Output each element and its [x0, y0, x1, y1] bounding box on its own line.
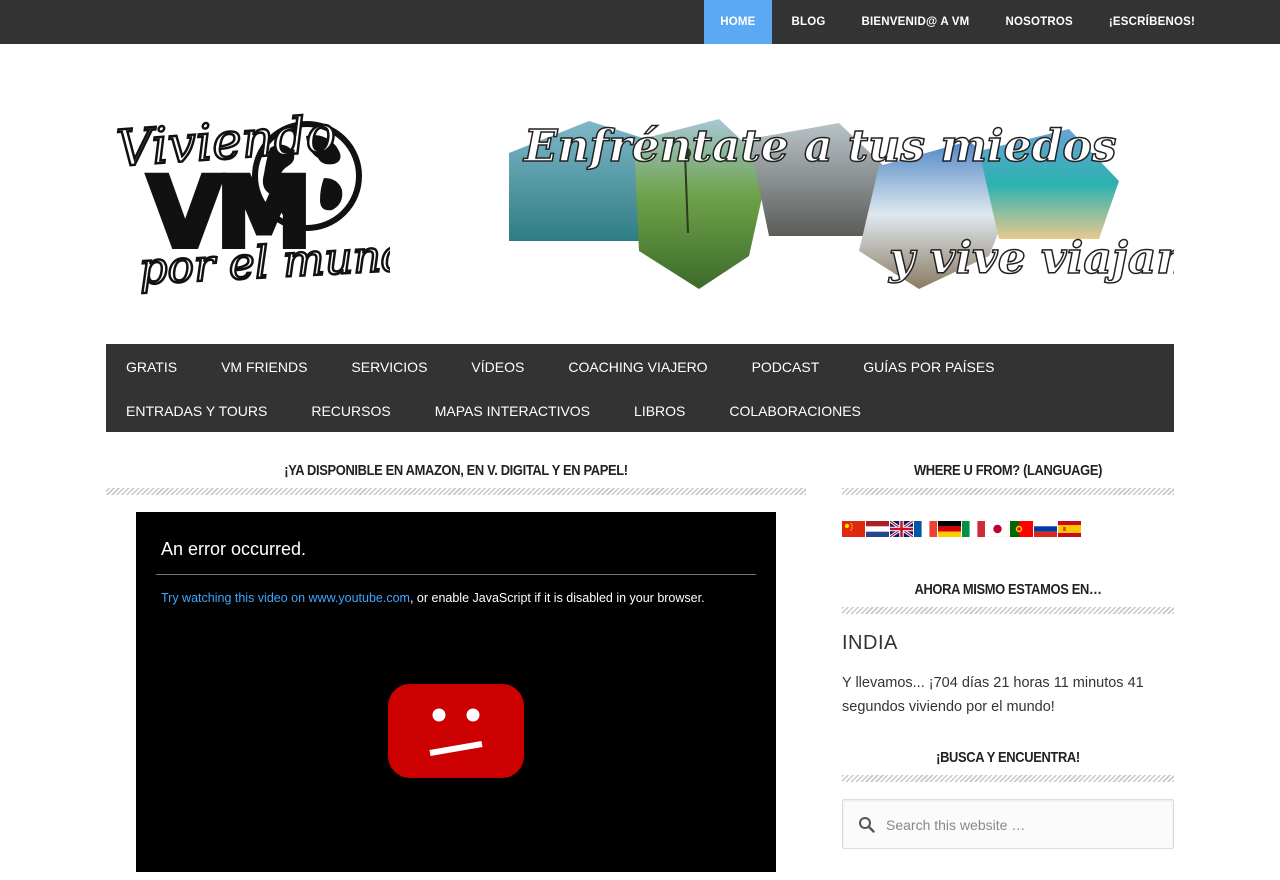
- current-location: INDIA: [842, 632, 898, 654]
- chinese-flag-icon[interactable]: [842, 521, 865, 537]
- nav-videos[interactable]: VÍDEOS: [451, 344, 544, 388]
- top-nav-home[interactable]: HOME: [704, 0, 772, 44]
- nav-mapas-interactivos[interactable]: MAPAS INTERACTIVOS: [415, 388, 610, 432]
- nav-coaching-viajero[interactable]: COACHING VIAJERO: [548, 344, 727, 388]
- main-nav-row: GRATIS VM FRIENDS SERVICIOS VÍDEOS COACH…: [106, 344, 1019, 388]
- title-divider: [842, 488, 1174, 495]
- nav-entradas-y-tours[interactable]: ENTRADAS Y TOURS: [106, 388, 287, 432]
- japanese-flag-icon[interactable]: [986, 521, 1009, 537]
- nav-recursos[interactable]: RECURSOS: [291, 388, 410, 432]
- nav-guias-por-paises[interactable]: GUÍAS POR PAÍSES: [843, 344, 1014, 388]
- location-title: AHORA MISMO ESTAMOS EN…: [914, 581, 1102, 598]
- video-player[interactable]: An error occurred. Try watching this vid…: [136, 512, 776, 872]
- language-title: WHERE U FROM? (LANGUAGE): [913, 462, 1103, 479]
- nav-vm-friends[interactable]: VM FRIENDS: [201, 344, 327, 388]
- site-logo[interactable]: VM VM Viviendo por el mundo: [110, 104, 439, 298]
- title-divider: [842, 775, 1174, 782]
- content-title: ¡YA DISPONIBLE EN AMAZON, EN V. DIGITAL …: [284, 462, 628, 479]
- italian-flag-icon[interactable]: [962, 521, 985, 537]
- english-flag-icon[interactable]: [890, 521, 913, 537]
- dutch-flag-icon[interactable]: [866, 521, 889, 537]
- german-flag-icon[interactable]: [938, 521, 961, 537]
- nav-podcast[interactable]: PODCAST: [732, 344, 840, 388]
- french-flag-icon[interactable]: [914, 521, 937, 537]
- top-bar: HOME BLOG BIENVENID@ A VM NOSOTROS ¡ESCR…: [0, 0, 1280, 44]
- search-box: [842, 799, 1174, 849]
- search-icon[interactable]: [858, 816, 876, 834]
- main-nav-row: ENTRADAS Y TOURS RECURSOS MAPAS INTERACT…: [106, 388, 885, 432]
- nav-colaboraciones[interactable]: COLABORACIONES: [709, 388, 880, 432]
- top-nav-escribenos[interactable]: ¡ESCRÍBENOS!: [1093, 0, 1211, 44]
- nav-libros[interactable]: LIBROS: [614, 388, 705, 432]
- top-nav-bienvenida[interactable]: BIENVENID@ A VM: [846, 0, 986, 44]
- nav-servicios[interactable]: SERVICIOS: [331, 344, 447, 388]
- search-input[interactable]: [886, 810, 1166, 840]
- title-divider: [106, 488, 806, 495]
- header-banner[interactable]: Enfréntate a tus miedos y vive viajando: [509, 111, 1174, 292]
- svg-text:y vive viajando: y vive viajando: [888, 233, 1174, 284]
- spanish-flag-icon[interactable]: [1058, 521, 1081, 537]
- title-divider: [842, 607, 1174, 614]
- top-nav-blog[interactable]: BLOG: [776, 0, 842, 44]
- main-nav: GRATIS VM FRIENDS SERVICIOS VÍDEOS COACH…: [106, 344, 1174, 432]
- video-error-message-rest: , or enable JavaScript if it is disabled…: [409, 591, 705, 605]
- top-nav: HOME BLOG BIENVENID@ A VM NOSOTROS ¡ESCR…: [704, 0, 1211, 44]
- search-title: ¡BUSCA Y ENCUENTRA!: [936, 749, 1080, 766]
- russian-flag-icon[interactable]: [1034, 521, 1057, 537]
- travel-counter: Y llevamos... ¡704 días 21 horas 11 minu…: [842, 675, 1144, 715]
- youtube-link[interactable]: Try watching this video on www.youtube.c…: [161, 591, 410, 605]
- video-error-title: An error occurred.: [161, 539, 307, 559]
- svg-text:Enfréntate a tus miedos: Enfréntate a tus miedos: [522, 121, 1116, 172]
- video-error-divider: [156, 574, 756, 575]
- nav-gratis[interactable]: GRATIS: [106, 344, 197, 388]
- portuguese-flag-icon[interactable]: [1010, 521, 1033, 537]
- language-flags: [842, 521, 1082, 537]
- sad-youtube-icon: [388, 684, 524, 778]
- video-error-message: Try watching this video on www.youtube.c…: [161, 591, 705, 605]
- top-nav-nosotros[interactable]: NOSOTROS: [989, 0, 1088, 44]
